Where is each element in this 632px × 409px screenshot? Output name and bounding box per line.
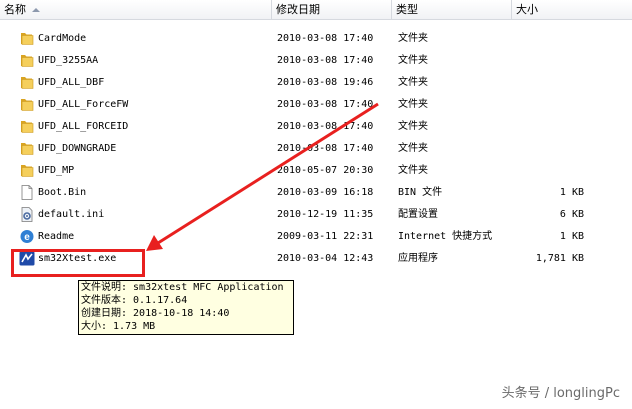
file-modified-date: 2010-03-09 16:18 bbox=[277, 187, 374, 198]
file-modified-date: 2010-03-08 17:40 bbox=[277, 143, 374, 154]
file-modified-date: 2010-03-08 19:46 bbox=[277, 77, 374, 88]
file-size: 6 KB bbox=[559, 209, 584, 220]
column-header-name-label: 名称 bbox=[4, 3, 26, 16]
file-name: UFD_3255AA bbox=[38, 55, 99, 66]
settings-file-icon bbox=[19, 207, 35, 222]
file-type: 文件夹 bbox=[398, 33, 428, 44]
folder-icon bbox=[19, 97, 35, 112]
file-modified-date: 2010-03-08 17:40 bbox=[277, 55, 374, 66]
tooltip-created: 创建日期: 2018-10-18 14:40 bbox=[81, 308, 230, 319]
file-type: 文件夹 bbox=[398, 99, 428, 110]
svg-text:e: e bbox=[24, 232, 30, 243]
file-row[interactable]: UFD_MP 2010-05-07 20:30 文件夹 bbox=[0, 160, 632, 181]
file-row[interactable]: UFD_ALL_DBF 2010-03-08 19:46 文件夹 bbox=[0, 72, 632, 93]
column-header-type[interactable]: 类型 bbox=[392, 0, 512, 19]
file-modified-date: 2010-03-08 17:40 bbox=[277, 99, 374, 110]
file-name: CardMode bbox=[38, 33, 87, 44]
file-row[interactable]: Boot.Bin 2010-03-09 16:18 BIN 文件 1 KB bbox=[0, 182, 632, 203]
file-name: Readme bbox=[38, 231, 75, 242]
file-type: 配置设置 bbox=[398, 209, 438, 220]
file-modified-date: 2009-03-11 22:31 bbox=[277, 231, 374, 242]
file-modified-date: 2010-03-04 12:43 bbox=[277, 253, 374, 264]
file-row[interactable]: UFD_DOWNGRADE 2010-03-08 17:40 文件夹 bbox=[0, 138, 632, 159]
file-size: 1 KB bbox=[559, 187, 584, 198]
folder-icon bbox=[19, 119, 35, 134]
file-name: UFD_ALL_DBF bbox=[38, 77, 105, 88]
file-modified-date: 2010-12-19 11:35 bbox=[277, 209, 374, 220]
column-header-size[interactable]: 大小 bbox=[512, 0, 632, 19]
file-row[interactable]: UFD_ALL_FORCEID 2010-03-08 17:40 文件夹 bbox=[0, 116, 632, 137]
file-name: UFD_ALL_ForceFW bbox=[38, 99, 129, 110]
file-type: 文件夹 bbox=[398, 121, 428, 132]
column-header-name[interactable]: 名称 bbox=[0, 0, 272, 19]
folder-icon bbox=[19, 53, 35, 68]
column-header-type-label: 类型 bbox=[396, 3, 418, 16]
file-type: 应用程序 bbox=[398, 253, 438, 264]
file-type: 文件夹 bbox=[398, 55, 428, 66]
file-tooltip: 文件说明: sm32xtest MFC Application 文件版本: 0.… bbox=[78, 280, 294, 335]
file-row[interactable]: CardMode 2010-03-08 17:40 文件夹 bbox=[0, 28, 632, 49]
column-header-size-label: 大小 bbox=[516, 3, 538, 16]
file-row[interactable]: default.ini 2010-12-19 11:35 配置设置 6 KB bbox=[0, 204, 632, 225]
file-name: Boot.Bin bbox=[38, 187, 87, 198]
file-type: Internet 快捷方式 bbox=[398, 231, 493, 242]
file-modified-date: 2010-03-08 17:40 bbox=[277, 121, 374, 132]
folder-icon bbox=[19, 163, 35, 178]
folder-icon bbox=[19, 141, 35, 156]
file-type: 文件夹 bbox=[398, 77, 428, 88]
file-row[interactable]: e Readme 2009-03-11 22:31 Internet 快捷方式 1 KB bbox=[0, 226, 632, 247]
file-modified-date: 2010-05-07 20:30 bbox=[277, 165, 374, 176]
file-name: UFD_MP bbox=[38, 165, 75, 176]
folder-icon bbox=[19, 31, 35, 46]
file-type: 文件夹 bbox=[398, 143, 428, 154]
file-modified-date: 2010-03-08 17:40 bbox=[277, 33, 374, 44]
folder-icon bbox=[19, 75, 35, 90]
column-header-modified[interactable]: 修改日期 bbox=[272, 0, 392, 19]
file-icon bbox=[19, 185, 35, 200]
file-row[interactable]: UFD_3255AA 2010-03-08 17:40 文件夹 bbox=[0, 50, 632, 71]
tooltip-version: 文件版本: 0.1.17.64 bbox=[81, 295, 188, 306]
file-name: UFD_DOWNGRADE bbox=[38, 143, 117, 154]
tooltip-size: 大小: 1.73 MB bbox=[81, 321, 156, 332]
file-size: 1 KB bbox=[559, 231, 584, 242]
file-size: 1,781 KB bbox=[535, 253, 584, 264]
sort-ascending-icon bbox=[32, 8, 40, 12]
column-header-bar: 名称 修改日期 类型 大小 bbox=[0, 0, 632, 20]
tooltip-description: 文件说明: sm32xtest MFC Application bbox=[81, 282, 284, 293]
file-name: default.ini bbox=[38, 209, 105, 220]
column-header-modified-label: 修改日期 bbox=[276, 3, 320, 16]
file-type: BIN 文件 bbox=[398, 187, 443, 198]
file-type: 文件夹 bbox=[398, 165, 428, 176]
annotation-highlight-box bbox=[11, 249, 145, 277]
file-name: UFD_ALL_FORCEID bbox=[38, 121, 129, 132]
internet-shortcut-icon: e bbox=[19, 229, 35, 244]
watermark: 头条号 / longlingPc bbox=[501, 386, 620, 401]
file-row[interactable]: UFD_ALL_ForceFW 2010-03-08 17:40 文件夹 bbox=[0, 94, 632, 115]
